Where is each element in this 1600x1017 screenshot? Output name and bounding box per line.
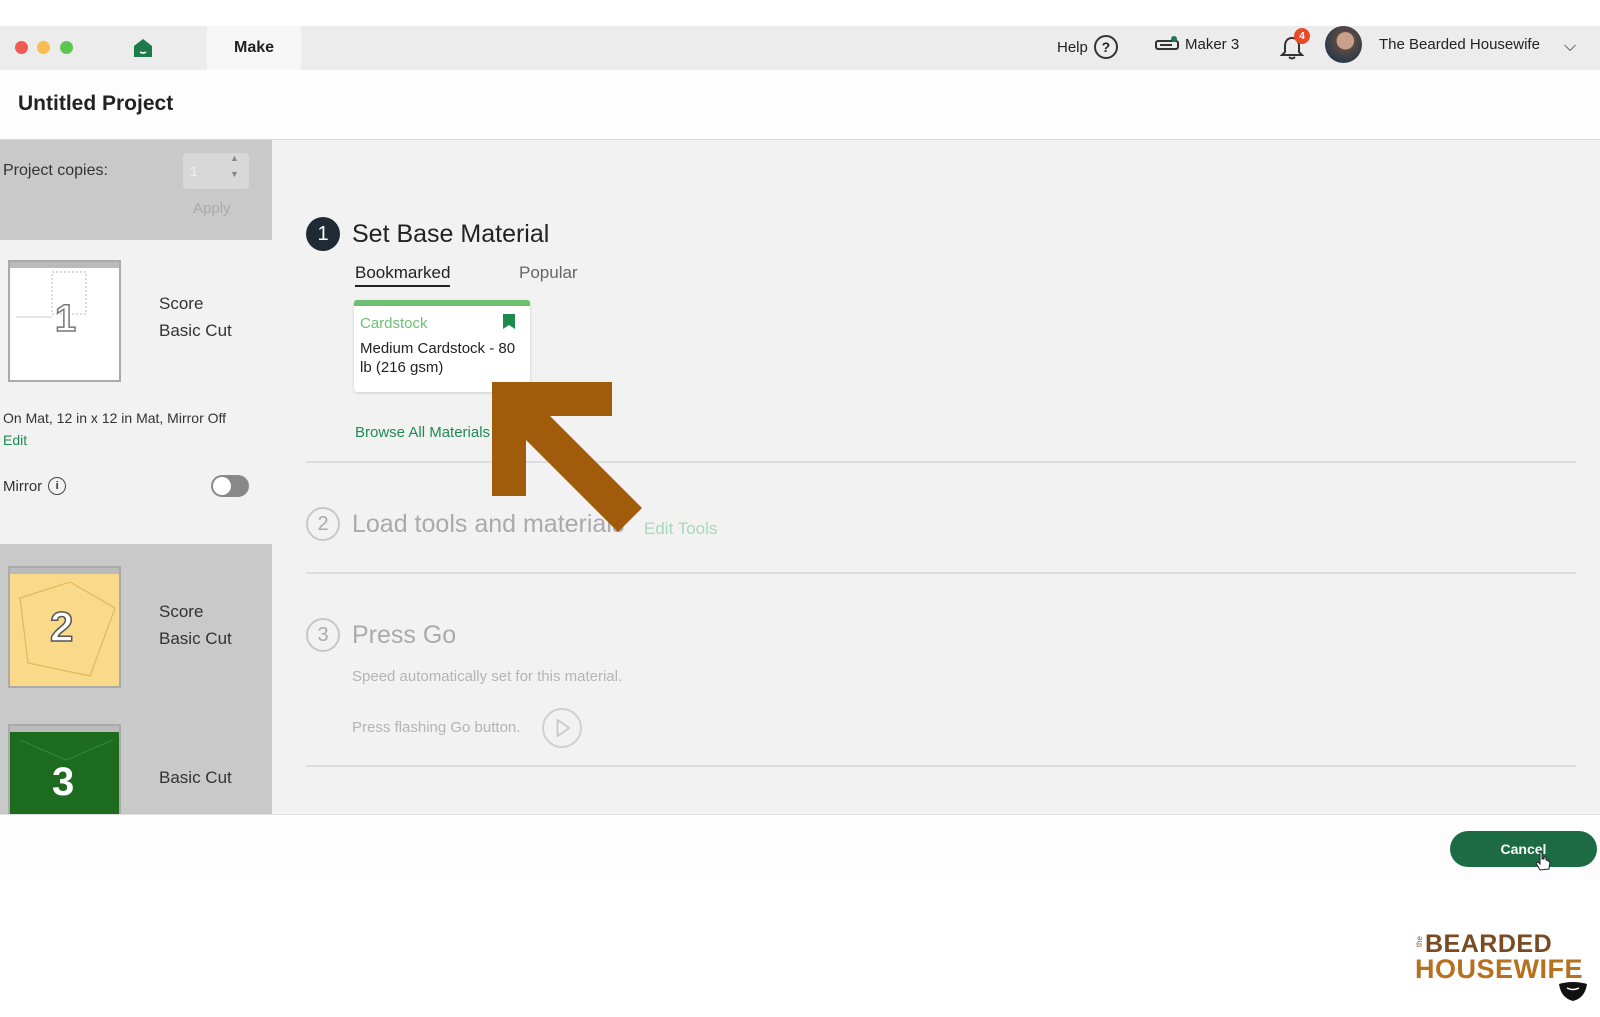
window-close-button[interactable] bbox=[15, 41, 28, 54]
bookmark-icon[interactable] bbox=[503, 314, 515, 329]
question-icon: ? bbox=[1093, 35, 1118, 59]
mat-number: 1 bbox=[54, 297, 77, 341]
window-zoom-button[interactable] bbox=[60, 41, 73, 54]
divider bbox=[306, 765, 1576, 767]
page-title: Untitled Project bbox=[18, 92, 174, 115]
speed-info-text: Speed automatically set for this materia… bbox=[352, 668, 623, 685]
info-icon[interactable]: i bbox=[48, 477, 67, 495]
project-header: Untitled Project bbox=[0, 70, 1600, 140]
user-name[interactable]: The Bearded Housewife bbox=[1379, 36, 1540, 53]
browse-all-materials-link[interactable]: Browse All Materials bbox=[355, 424, 490, 441]
mirror-toggle[interactable] bbox=[211, 475, 249, 497]
tab-popular[interactable]: Popular bbox=[519, 263, 578, 283]
apply-button[interactable]: Apply bbox=[193, 200, 231, 217]
go-button-icon bbox=[542, 708, 582, 748]
material-card[interactable]: Cardstock Medium Cardstock - 80 lb (216 … bbox=[354, 300, 530, 392]
chevron-down-icon[interactable]: ⌵ bbox=[1564, 38, 1576, 56]
operation-label: Basic Cut bbox=[159, 768, 232, 787]
annotation-arrow-icon bbox=[492, 382, 642, 532]
bearded-housewife-logo: the BEARDED HOUSEWIFE bbox=[1415, 930, 1595, 1005]
notification-badge: 4 bbox=[1294, 28, 1310, 44]
toggle-knob bbox=[213, 477, 231, 495]
operation-label: Basic Cut bbox=[159, 321, 232, 340]
step-number: 3 bbox=[306, 618, 340, 652]
mirror-label-text: Mirror bbox=[3, 477, 43, 495]
tab-bookmarked[interactable]: Bookmarked bbox=[355, 263, 451, 287]
mat-operations: Score Basic Cut bbox=[159, 598, 232, 652]
stepper-down-icon[interactable]: ▼ bbox=[230, 169, 239, 179]
divider bbox=[306, 572, 1576, 574]
material-name: Medium Cardstock - 80 lb (216 gsm) bbox=[360, 340, 516, 376]
mirror-label: Mirror i bbox=[3, 477, 67, 495]
press-go-text: Press flashing Go button. bbox=[352, 719, 521, 736]
step-title: Set Base Material bbox=[352, 220, 550, 248]
project-copies-input[interactable]: 1 bbox=[183, 153, 249, 189]
cancel-button[interactable]: Cancel bbox=[1450, 831, 1597, 867]
project-copies-panel: Project copies: 1 ▲ ▼ Apply bbox=[0, 140, 272, 240]
mat-number: 2 bbox=[49, 602, 74, 651]
step-title: Press Go bbox=[352, 621, 457, 649]
edit-tools-link[interactable]: Edit Tools bbox=[644, 519, 717, 539]
operation-label: Score bbox=[159, 602, 204, 621]
edit-mat-link[interactable]: Edit bbox=[3, 432, 27, 448]
home-icon[interactable] bbox=[133, 38, 153, 58]
step-number: 2 bbox=[306, 507, 340, 541]
machine-selector[interactable]: Maker 3 bbox=[1155, 35, 1239, 53]
mat-thumbnail[interactable]: 2 bbox=[8, 566, 121, 688]
mat-card-3[interactable]: 3 Basic Cut bbox=[0, 714, 272, 814]
mat-card-2[interactable]: 2 Score Basic Cut bbox=[0, 544, 272, 714]
help-button[interactable]: Help ? bbox=[1057, 35, 1118, 59]
step-number: 1 bbox=[306, 217, 340, 251]
mat-sidebar: Project copies: 1 ▲ ▼ Apply 1 Score Basi… bbox=[0, 140, 272, 814]
mat-card-1[interactable]: 1 Score Basic Cut On Mat, 12 in x 12 in … bbox=[0, 240, 272, 540]
mat-info-text: On Mat, 12 in x 12 in Mat, Mirror Off bbox=[3, 410, 227, 426]
mat-operations: Basic Cut bbox=[159, 764, 232, 791]
machine-label: Maker 3 bbox=[1185, 35, 1240, 53]
window-minimize-button[interactable] bbox=[37, 41, 50, 54]
mat-number: 3 bbox=[52, 760, 75, 804]
operation-label: Basic Cut bbox=[159, 629, 232, 648]
make-steps-panel: 1 Set Base Material Bookmarked Popular C… bbox=[272, 140, 1600, 814]
mat-operations: Score Basic Cut bbox=[159, 290, 232, 344]
hand-cursor-icon bbox=[1535, 851, 1551, 871]
footer-bar: Cancel bbox=[0, 814, 1600, 880]
stepper-up-icon[interactable]: ▲ bbox=[230, 153, 239, 163]
mat-thumbnail[interactable]: 3 bbox=[8, 724, 121, 814]
avatar[interactable] bbox=[1325, 26, 1362, 63]
tab-make[interactable]: Make bbox=[207, 26, 301, 70]
project-copies-label: Project copies: bbox=[3, 162, 108, 179]
logo-the: the bbox=[1415, 936, 1424, 948]
beard-icon bbox=[1559, 982, 1587, 1001]
mat-thumbnail[interactable]: 1 bbox=[8, 260, 121, 382]
help-label: Help bbox=[1057, 38, 1088, 56]
material-category: Cardstock bbox=[360, 315, 428, 332]
machine-icon bbox=[1155, 36, 1179, 50]
top-bar: Make Help ? Maker 3 4 The Bearded Housew… bbox=[0, 26, 1600, 70]
operation-label: Score bbox=[159, 294, 204, 313]
